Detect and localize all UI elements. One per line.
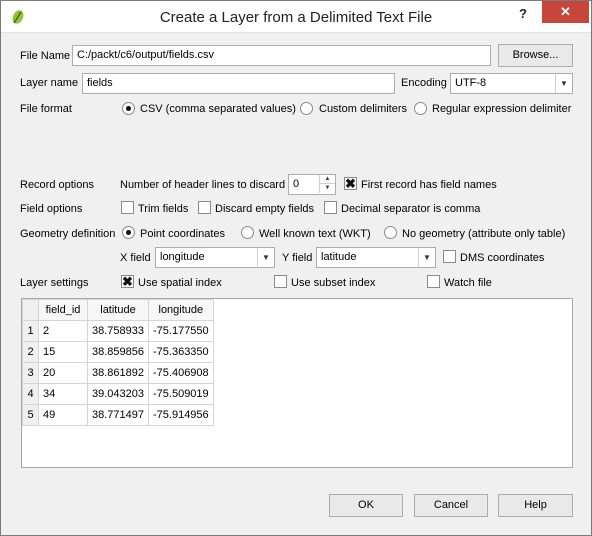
table-cell[interactable]: 38.771497: [87, 404, 149, 426]
row-number[interactable]: 5: [22, 404, 39, 426]
geom-point-radio[interactable]: [122, 226, 135, 239]
watch-file-label: Watch file: [444, 277, 492, 289]
geom-none-radio[interactable]: [384, 226, 397, 239]
geom-point-label: Point coordinates: [140, 228, 225, 240]
table-row[interactable]: 3 20 38.861892 -75.406908: [22, 362, 214, 384]
chevron-down-icon: ▼: [418, 248, 435, 267]
geom-none-label: No geometry (attribute only table): [402, 228, 566, 240]
x-field-value: longitude: [160, 251, 205, 263]
chevron-down-icon: ▼: [257, 248, 274, 267]
spatial-index-label: Use spatial index: [138, 277, 222, 289]
window-title: Create a Layer from a Delimited Text Fil…: [159, 9, 433, 26]
watch-file-checkbox[interactable]: [427, 275, 440, 288]
y-field-value: latitude: [321, 251, 357, 263]
ok-button[interactable]: OK: [329, 494, 403, 517]
table-row[interactable]: 2 15 38.859856 -75.363350: [22, 341, 214, 363]
layer-settings-label: Layer settings: [20, 277, 89, 289]
table-row[interactable]: 1 2 38.758933 -75.177550: [22, 320, 214, 342]
table-cell[interactable]: 38.859856: [87, 341, 149, 363]
subset-index-label: Use subset index: [291, 277, 376, 289]
layer-name-label: Layer name: [20, 77, 79, 89]
layer-name-input[interactable]: fields: [82, 73, 395, 94]
format-regex-label: Regular expression delimiter: [432, 103, 572, 115]
field-options-label: Field options: [20, 203, 83, 215]
table-cell[interactable]: 38.861892: [87, 362, 149, 384]
y-field-select[interactable]: latitude ▼: [316, 247, 436, 268]
help-button[interactable]: Help: [498, 494, 573, 517]
table-cell[interactable]: 15: [38, 341, 88, 363]
row-number[interactable]: 4: [22, 383, 39, 405]
chevron-down-icon: ▼: [555, 74, 572, 93]
format-regex-radio[interactable]: [414, 102, 427, 115]
header-lines-value: 0: [293, 178, 300, 190]
column-header-field-id[interactable]: field_id: [38, 299, 88, 321]
table-cell[interactable]: 38.758933: [87, 320, 149, 342]
table-cell[interactable]: 2: [38, 320, 88, 342]
file-name-label: File Name: [20, 50, 71, 62]
table-row[interactable]: 5 49 38.771497 -75.914956: [22, 404, 214, 426]
preview-table[interactable]: field_id latitude longitude 1 2 38.75893…: [21, 298, 573, 468]
encoding-select[interactable]: UTF-8 ▼: [450, 73, 573, 94]
table-cell[interactable]: 49: [38, 404, 88, 426]
row-number[interactable]: 2: [22, 341, 39, 363]
format-csv-radio[interactable]: [122, 102, 135, 115]
table-cell[interactable]: 34: [38, 383, 88, 405]
file-name-input[interactable]: C:/packt/c6/output/fields.csv: [72, 45, 491, 66]
table-row[interactable]: 4 34 39.043203 -75.509019: [22, 383, 214, 405]
dms-label: DMS coordinates: [460, 252, 545, 264]
table-cell[interactable]: -75.406908: [148, 362, 214, 384]
close-icon[interactable]: ✕: [542, 1, 589, 23]
spin-down-icon[interactable]: ▼: [319, 184, 335, 193]
table-cell[interactable]: -75.177550: [148, 320, 214, 342]
geom-wkt-radio[interactable]: [241, 226, 254, 239]
discard-empty-label: Discard empty fields: [215, 203, 315, 215]
file-format-label: File format: [20, 103, 72, 115]
table-cell[interactable]: -75.509019: [148, 383, 214, 405]
first-record-label: First record has field names: [361, 179, 497, 191]
column-header-longitude[interactable]: longitude: [148, 299, 214, 321]
format-custom-radio[interactable]: [300, 102, 313, 115]
decimal-comma-checkbox[interactable]: [324, 201, 337, 214]
format-csv-label: CSV (comma separated values): [140, 103, 296, 115]
table-corner[interactable]: [22, 299, 39, 321]
title-bar: Create a Layer from a Delimited Text Fil…: [1, 1, 591, 33]
subset-index-checkbox[interactable]: [274, 275, 287, 288]
row-number[interactable]: 1: [22, 320, 39, 342]
header-lines-stepper[interactable]: 0 ▲ ▼: [288, 174, 336, 195]
trim-fields-checkbox[interactable]: [121, 201, 134, 214]
spin-up-icon[interactable]: ▲: [319, 175, 335, 184]
encoding-label: Encoding: [401, 77, 447, 89]
format-custom-label: Custom delimiters: [319, 103, 408, 115]
geometry-definition-label: Geometry definition: [20, 228, 116, 240]
trim-fields-label: Trim fields: [138, 203, 189, 215]
table-cell[interactable]: 20: [38, 362, 88, 384]
browse-button[interactable]: Browse...: [498, 44, 573, 67]
first-record-checkbox[interactable]: ✖: [344, 177, 357, 190]
table-cell[interactable]: -75.914956: [148, 404, 214, 426]
preview-grid: field_id latitude longitude 1 2 38.75893…: [22, 299, 214, 426]
dms-checkbox[interactable]: [443, 250, 456, 263]
header-lines-label: Number of header lines to discard: [120, 179, 286, 191]
y-field-label: Y field: [282, 252, 313, 264]
decimal-comma-label: Decimal separator is comma: [341, 203, 481, 215]
x-field-select[interactable]: longitude ▼: [155, 247, 275, 268]
encoding-value: UTF-8: [455, 77, 487, 89]
record-options-label: Record options: [20, 179, 94, 191]
dialog-window: Create a Layer from a Delimited Text Fil…: [0, 0, 592, 536]
discard-empty-checkbox[interactable]: [198, 201, 211, 214]
column-header-latitude[interactable]: latitude: [87, 299, 149, 321]
row-number[interactable]: 3: [22, 362, 39, 384]
help-icon[interactable]: ?: [511, 5, 535, 25]
table-cell[interactable]: 39.043203: [87, 383, 149, 405]
cancel-button[interactable]: Cancel: [414, 494, 488, 517]
table-cell[interactable]: -75.363350: [148, 341, 214, 363]
geom-wkt-label: Well known text (WKT): [259, 228, 371, 240]
spatial-index-checkbox[interactable]: ✖: [121, 275, 134, 288]
x-field-label: X field: [120, 252, 151, 264]
